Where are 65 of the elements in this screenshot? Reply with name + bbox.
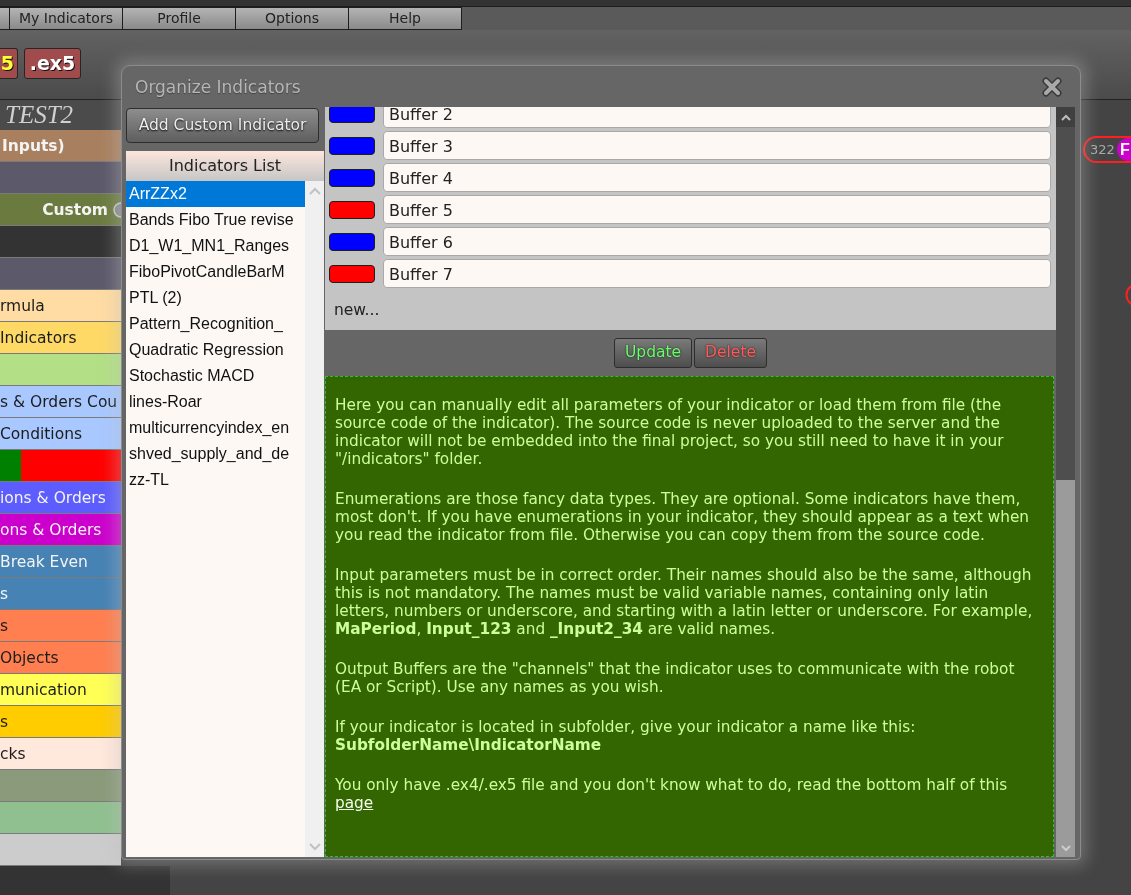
chevron-down-icon[interactable] bbox=[308, 843, 321, 851]
category-item[interactable]: s bbox=[0, 706, 121, 738]
scrollbar-thumb[interactable] bbox=[1056, 480, 1075, 840]
category-item[interactable] bbox=[0, 258, 121, 290]
chevron-up-icon[interactable] bbox=[1060, 113, 1071, 121]
category-item[interactable]: ons & Orders bbox=[0, 514, 121, 546]
category-item[interactable] bbox=[0, 354, 121, 386]
file-type-button[interactable]: 5 bbox=[0, 47, 18, 79]
letter-badge: F bbox=[1116, 138, 1131, 161]
buffer-name-field[interactable]: Buffer 3 bbox=[383, 131, 1051, 160]
color-swatch[interactable] bbox=[329, 136, 375, 155]
new-buffer-link[interactable]: new... bbox=[334, 300, 380, 320]
help-paragraph: If your indicator is located in subfolder, give your indicator a name like this: SubfolderName\IndicatorName bbox=[335, 718, 917, 754]
color-swatch[interactable] bbox=[329, 232, 375, 251]
category-item[interactable]: s & Orders Cou bbox=[0, 386, 121, 418]
menu-item[interactable]: Options bbox=[235, 7, 349, 30]
menu-item[interactable] bbox=[0, 7, 10, 30]
category-item[interactable]: Break Even bbox=[0, 546, 121, 578]
block-number: 322 bbox=[1090, 141, 1115, 158]
category-item[interactable] bbox=[0, 834, 121, 866]
page-link[interactable]: page bbox=[335, 794, 374, 812]
help-paragraph: You only have .ex4/.ex5 file and you don't know what to do, read the bottom half of this page bbox=[335, 776, 1009, 812]
close-icon[interactable] bbox=[1042, 76, 1062, 97]
update-button[interactable]: Update bbox=[613, 338, 693, 368]
list-scrollbar[interactable] bbox=[305, 181, 324, 857]
category-item[interactable] bbox=[0, 226, 121, 258]
category-item[interactable]: s bbox=[0, 610, 121, 642]
category-item[interactable]: munication bbox=[0, 674, 121, 706]
color-swatch[interactable] bbox=[329, 264, 375, 283]
help-paragraph: Enumerations are those fancy data types. They are optional. Some indicators have them, most don't. If you have enumerations in your indicator, they should appear as a text when you read the indicator from file. Otherwise you can copy them from the source code. bbox=[335, 490, 1031, 544]
add-indicator-button[interactable]: Add Custom Indicator bbox=[126, 108, 319, 143]
help-paragraph: Output Buffers are the "channels" that the indicator uses to communicate with the robot (EA or Script). Use any names as you wish. bbox=[335, 660, 1016, 696]
category-item[interactable]: cks bbox=[0, 738, 121, 770]
dialog-title: Organize Indicators bbox=[135, 75, 301, 98]
buffer-name-field[interactable]: Buffer 6 bbox=[383, 227, 1051, 256]
buffer-name-field[interactable]: Buffer 2 bbox=[383, 107, 1051, 128]
buffer-name-field[interactable]: Buffer 4 bbox=[383, 163, 1051, 192]
category-item[interactable]: Custom bbox=[0, 194, 121, 226]
color-swatch[interactable] bbox=[329, 200, 375, 219]
buffer-name-field[interactable]: Buffer 7 bbox=[383, 259, 1051, 288]
color-swatch[interactable] bbox=[329, 168, 375, 187]
category-item[interactable]: s bbox=[0, 578, 121, 610]
file-type-button[interactable]: .ex5 bbox=[24, 47, 81, 79]
category-item[interactable] bbox=[0, 162, 121, 194]
chevron-down-icon[interactable] bbox=[1060, 845, 1071, 852]
menu-item[interactable]: Help bbox=[348, 7, 462, 30]
ring-icon bbox=[1125, 283, 1131, 307]
category-item[interactable]: Conditions bbox=[0, 418, 121, 450]
category-item[interactable]: Indicators bbox=[0, 322, 121, 354]
help-paragraph: Input parameters must be in correct order. Their names should also be the same, although this is not mandatory. The names must be valid variable names, containing only latin letters, numbers or underscore, and starting with a latin letter or underscore. For example, MaPeriod, Input_123 and _Input2_34 are valid names. bbox=[335, 566, 1034, 638]
help-paragraph: Here you can manually edit all parameters of your indicator or load them from file (the source code of the indicator). The source code is never uploaded to the server and the indicator will not be embedded into the final project, so you still need to have it in your "/indicators" folder. bbox=[335, 396, 1005, 468]
buffer-name-field[interactable]: Buffer 5 bbox=[383, 195, 1051, 224]
project-title: TEST2 bbox=[5, 101, 74, 129]
category-item[interactable] bbox=[0, 770, 121, 802]
category-item[interactable]: rmula bbox=[0, 290, 121, 322]
menu-item[interactable]: Profile bbox=[122, 7, 236, 30]
color-swatch[interactable] bbox=[329, 107, 375, 123]
category-item[interactable]: ions & Orders bbox=[0, 482, 121, 514]
scrollbar[interactable] bbox=[1056, 107, 1075, 857]
list-header: Indicators List bbox=[126, 151, 324, 181]
category-item[interactable]: Objects bbox=[0, 642, 121, 674]
category-item[interactable] bbox=[0, 802, 121, 834]
indicator-item[interactable]: ArrZZx2 bbox=[126, 181, 305, 207]
canvas-block[interactable]: 322 F bbox=[1083, 136, 1131, 163]
menu-item[interactable]: My Indicators bbox=[9, 7, 123, 30]
